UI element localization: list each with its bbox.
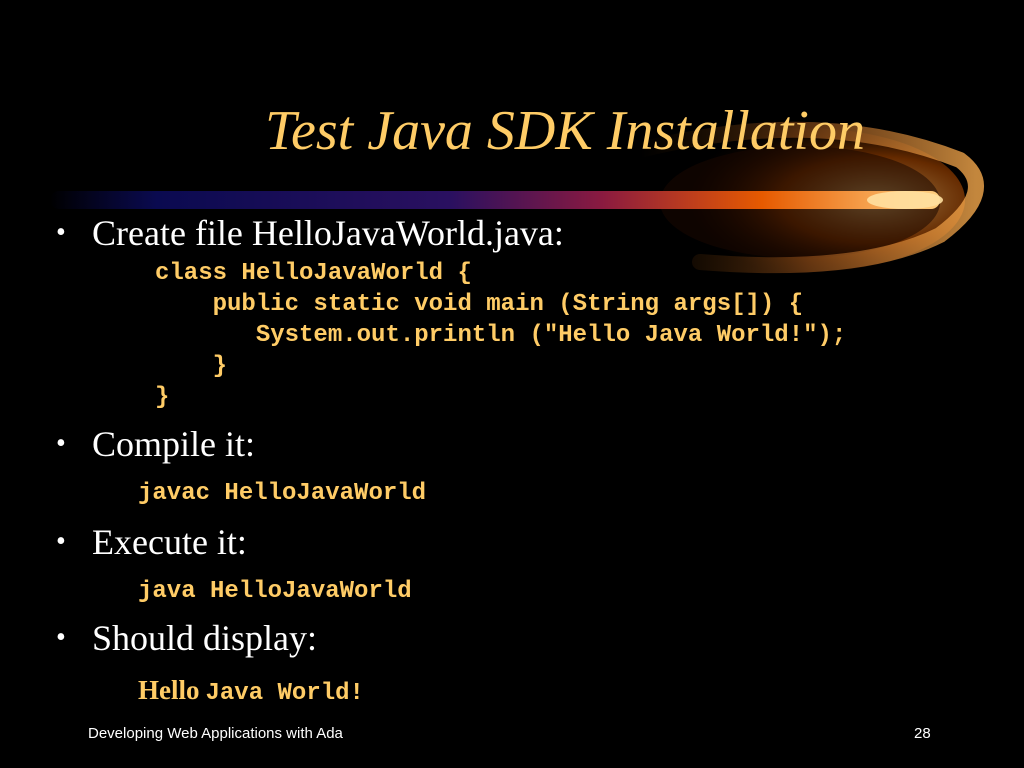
code-block-java-source: class HelloJavaWorld { public static voi…	[155, 258, 846, 413]
bullet-dot: •	[56, 526, 66, 557]
bullet-dot: •	[56, 622, 66, 653]
code-line: }	[169, 353, 228, 380]
output-part-mono: Java World!	[205, 680, 364, 707]
code-line: java HelloJavaWorld	[138, 578, 412, 605]
bullet-text: Compile it:	[92, 424, 256, 464]
code-line: System.out.println ("Hello Java World!")…	[169, 322, 847, 349]
expected-output: Hello Java World!	[138, 675, 364, 709]
code-compile-command: javac HelloJavaWorld	[138, 478, 426, 509]
streak-highlight	[867, 191, 943, 209]
streak-bar	[50, 191, 940, 209]
bullet-text: Execute it:	[92, 522, 247, 562]
code-line: class HelloJavaWorld {	[155, 260, 472, 287]
page-number: 28	[914, 725, 931, 742]
slide: Test Java SDK Installation • Create file…	[0, 0, 1024, 768]
code-execute-command: java HelloJavaWorld	[138, 576, 412, 607]
code-line: }	[155, 384, 170, 411]
output-part-serif: Hello	[138, 675, 200, 705]
bullet-text: Create file HelloJavaWorld.java:	[92, 213, 564, 253]
code-line: javac HelloJavaWorld	[138, 480, 427, 507]
bullet-dot: •	[56, 217, 66, 248]
bullet-text: Should display:	[92, 618, 318, 658]
code-line: public static void main (String args[]) …	[169, 291, 804, 318]
footer-title: Developing Web Applications with Ada	[88, 725, 343, 742]
bullet-dot: •	[56, 428, 66, 459]
slide-title: Test Java SDK Installation	[265, 100, 865, 162]
